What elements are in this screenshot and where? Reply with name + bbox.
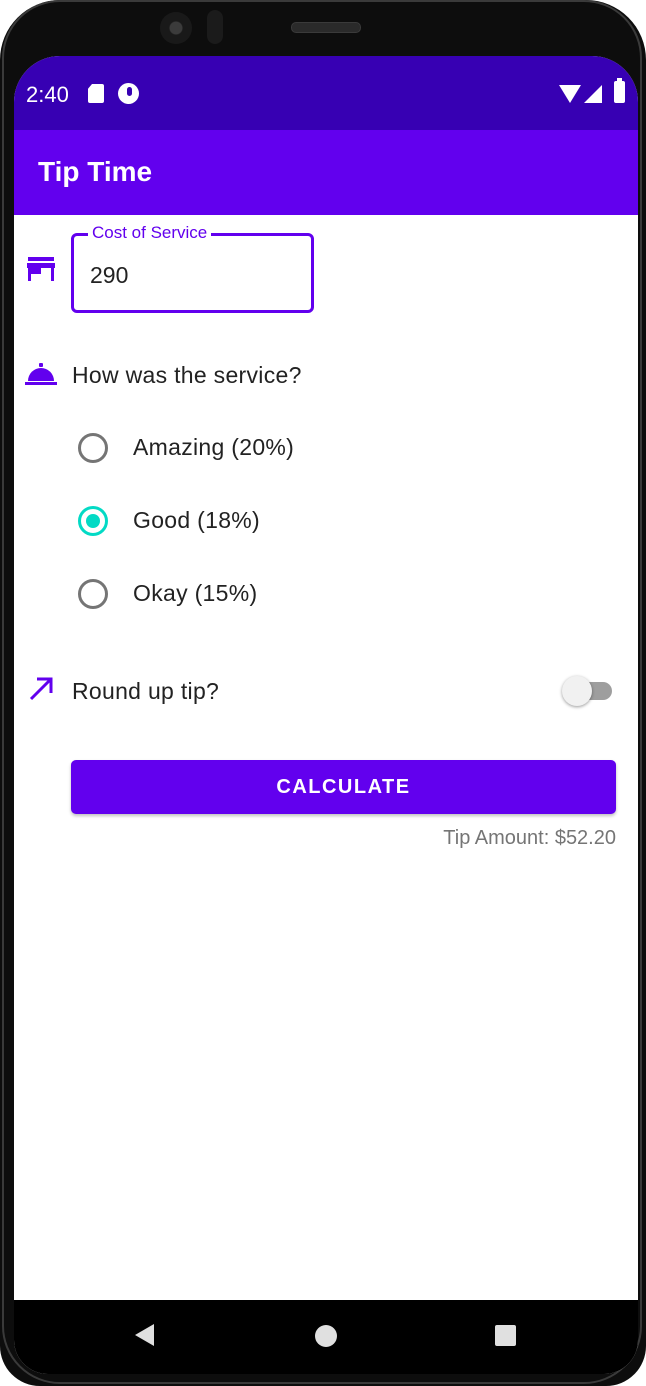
- trending-up-icon: [29, 677, 53, 701]
- radio-button[interactable]: [78, 579, 108, 609]
- tip-amount-result: Tip Amount: $52.20: [443, 827, 616, 849]
- screen: 2:40 Tip Time Cost of Service 290 How wa…: [14, 56, 638, 1374]
- radio-button-selected[interactable]: [78, 506, 108, 536]
- wifi-icon: [559, 85, 581, 103]
- tip-option-okay[interactable]: Okay (15%): [78, 576, 478, 616]
- sd-card-icon: [88, 84, 104, 103]
- calculate-button[interactable]: CALCULATE: [71, 760, 616, 814]
- tip-option-label: Okay (15%): [133, 580, 258, 606]
- earpiece-speaker: [291, 22, 361, 33]
- signal-icon: [584, 85, 602, 103]
- radio-button[interactable]: [78, 433, 108, 463]
- front-camera: [160, 12, 192, 44]
- tip-option-label: Good (18%): [133, 507, 261, 533]
- room-service-icon: [25, 363, 57, 385]
- tip-option-amazing[interactable]: Amazing (20%): [78, 430, 478, 470]
- tip-option-good[interactable]: Good (18%): [78, 503, 478, 543]
- back-icon[interactable]: [135, 1324, 154, 1346]
- navigation-bar: [14, 1300, 638, 1374]
- status-bar: 2:40: [14, 56, 638, 130]
- storefront-icon: [27, 257, 55, 281]
- app-bar: Tip Time: [14, 130, 638, 215]
- battery-icon: [614, 78, 625, 103]
- switch-thumb[interactable]: [562, 676, 592, 706]
- sync-icon: [118, 83, 139, 104]
- cost-of-service-label: Cost of Service: [88, 223, 212, 243]
- cost-of-service-field[interactable]: Cost of Service: [71, 223, 314, 313]
- proximity-sensor: [207, 10, 223, 44]
- cost-of-service-input[interactable]: [90, 262, 290, 289]
- status-time: 2:40: [26, 82, 69, 107]
- recents-icon[interactable]: [495, 1325, 516, 1346]
- home-icon[interactable]: [315, 1325, 337, 1347]
- app-title: Tip Time: [38, 156, 153, 187]
- tip-option-label: Amazing (20%): [133, 434, 295, 460]
- phone-frame: 2:40 Tip Time Cost of Service 290 How wa…: [0, 0, 646, 1386]
- round-up-label: Round up tip?: [72, 678, 220, 704]
- service-question: How was the service?: [72, 362, 302, 388]
